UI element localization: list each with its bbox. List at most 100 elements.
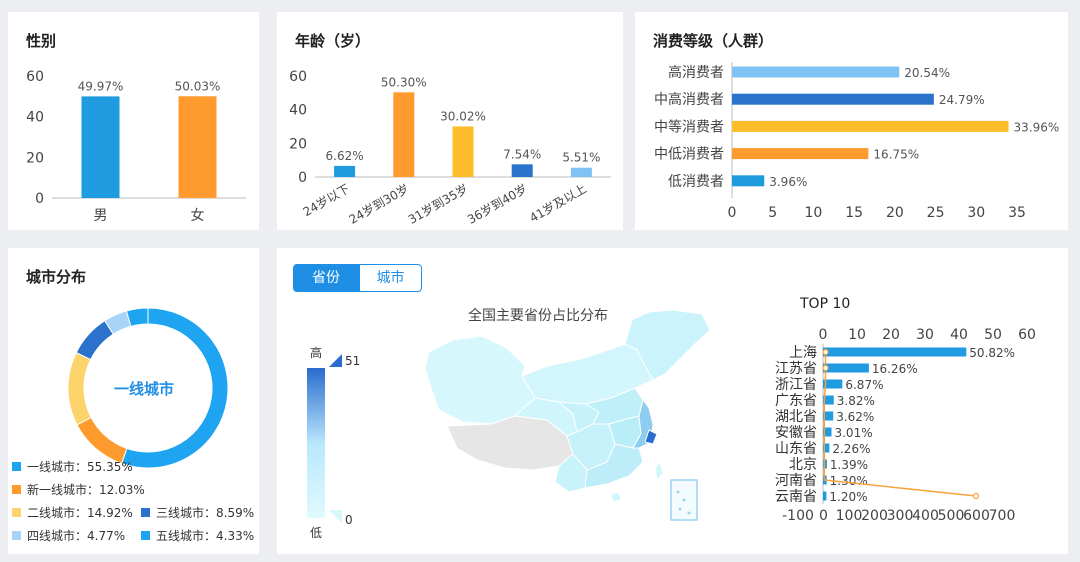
legend-item[interactable]: 四线城市：4.77%: [12, 527, 125, 544]
legend-item[interactable]: 五线城市：4.33%: [141, 527, 254, 544]
x-bottom-tick-label: 300: [887, 508, 914, 524]
y-tick-label: 北京: [789, 457, 817, 473]
x-tick-label: 女: [191, 207, 205, 224]
bar: [732, 120, 1009, 132]
x-bottom-tick-label: 200: [861, 508, 888, 524]
y-tick-label: 高消费者: [668, 64, 724, 81]
legend-swatch: [141, 531, 150, 540]
x-top-tick-label: 40: [950, 327, 968, 343]
y-tick-label: 60: [26, 69, 44, 85]
bar: [823, 347, 967, 357]
x-tick-label: 5: [768, 205, 777, 221]
data-label: 33.96%: [1014, 120, 1060, 134]
data-label: 1.20%: [829, 490, 867, 504]
y-tick-label: 0: [298, 170, 307, 186]
data-label: 3.82%: [837, 394, 875, 408]
x-bottom-tick-label: 600: [963, 508, 990, 524]
line-point: [972, 492, 980, 500]
legend-swatch: [12, 462, 21, 471]
x-tick-label: 20: [886, 205, 904, 221]
data-label: 16.75%: [873, 148, 919, 162]
legend-label: 四线城市：4.77%: [27, 529, 126, 543]
legend-label: 五线城市：4.33%: [156, 529, 255, 543]
data-label: 7.54%: [503, 147, 541, 161]
age-card: 年龄（岁） 0 20 40 60 6.62% 24岁以下 50.30% 24岁到30岁 30.0…: [277, 12, 623, 230]
city-card: 城市分布 一线城市 一线城市：55.35% 新一线城市：12.03% 二线城市：14…: [8, 248, 259, 554]
top10-bar-line-chart: 0 10 20 30 40 50 60 -100 0 100200300400500600700 上…: [775, 327, 1036, 524]
legend-item[interactable]: 新一线城市：12.03%: [12, 481, 145, 498]
y-tick-label: 40: [26, 110, 44, 126]
bar: [452, 126, 474, 177]
legend-item[interactable]: 一线城市：55.35%: [12, 458, 133, 475]
x-bottom-tick-label: 100: [836, 508, 863, 524]
x-top-tick-label: 10: [848, 327, 866, 343]
line-point: [822, 348, 829, 356]
legend-label: 二线城市：14.92%: [27, 506, 133, 520]
legend-item[interactable]: 二线城市：14.92%: [12, 504, 133, 521]
region-card: 省份 城市 全国主要省份占比分布 高 51 0 低 TOP 10 0 10 20…: [277, 248, 1068, 554]
y-tick-label: 中高消费者: [654, 91, 724, 108]
bar: [334, 165, 356, 177]
x-tick-label: 30: [967, 205, 985, 221]
legend-swatch: [12, 531, 21, 540]
bar: [823, 363, 869, 373]
bar: [570, 167, 592, 177]
data-label: 50.82%: [969, 346, 1015, 360]
x-tick-label: 0: [728, 205, 737, 221]
y-tick-label: 江苏省: [775, 361, 817, 377]
data-label: 20.54%: [904, 66, 950, 80]
donut-center-label: 一线城市: [114, 380, 174, 398]
data-label: 6.87%: [845, 378, 883, 392]
x-bottom-tick-label: -100: [782, 508, 814, 524]
gender-bar-chart: 0 20 40 60 49.97% 男 50.03% 女: [26, 69, 246, 224]
y-tick-label: 低消费者: [668, 174, 724, 190]
y-tick-label: 0: [35, 191, 44, 207]
x-top-tick-label: 30: [916, 327, 934, 343]
x-bottom-tick-label: 0: [819, 508, 828, 524]
pie-slice: [75, 320, 115, 361]
pie-slice: [67, 351, 92, 426]
x-bottom-tick-label: 500: [938, 508, 965, 524]
x-top-tick-label: 50: [984, 327, 1002, 343]
x-bottom-tick-label: 400: [912, 508, 939, 524]
data-label: 50.30%: [381, 75, 427, 89]
data-label: 2.26%: [832, 442, 870, 456]
x-tick-label: 36岁到40岁: [465, 181, 530, 227]
consume-card: 消费等级（人群） 0 5 10 15 20 25 30 35 高消费者 20.54% 中高消费者 24…: [635, 12, 1068, 230]
bar: [732, 93, 934, 105]
bar: [823, 491, 827, 501]
y-tick-label: 上海: [789, 345, 817, 361]
x-tick-label: 24岁以下: [300, 181, 352, 220]
y-tick-label: 云南省: [775, 489, 817, 505]
data-label: 1.39%: [830, 458, 868, 472]
bar: [732, 148, 869, 160]
y-tick-label: 广东省: [775, 393, 817, 409]
bar: [511, 164, 533, 177]
legend-label: 新一线城市：12.03%: [27, 483, 145, 497]
x-tick-label: 25: [927, 205, 945, 221]
y-tick-label: 40: [289, 103, 307, 119]
data-label: 50.03%: [175, 79, 221, 93]
y-tick-label: 山东省: [775, 441, 817, 457]
x-top-tick-label: 0: [819, 327, 828, 343]
age-bar-chart: 0 20 40 60 6.62% 24岁以下 50.30% 24岁到30岁 30.02% 31岁到…: [289, 69, 611, 227]
y-tick-label: 中等消费者: [654, 118, 724, 135]
bar: [732, 175, 765, 187]
pie-slice: [76, 416, 128, 465]
x-bottom-tick-label: 700: [989, 508, 1016, 524]
legend-item[interactable]: 三线城市：8.59%: [141, 504, 254, 521]
consume-bar-chart: 0 5 10 15 20 25 30 35 高消费者 20.54% 中高消费者 24.79% 中等消费者…: [654, 62, 1060, 221]
legend-swatch: [141, 508, 150, 517]
x-tick-label: 31岁到35岁: [405, 181, 470, 227]
x-top-tick-label: 60: [1018, 327, 1036, 343]
data-label: 49.97%: [78, 79, 124, 93]
data-label: 30.02%: [440, 109, 486, 123]
bar: [178, 96, 217, 198]
gender-card: 性别 0 20 40 60 49.97% 男 50.03% 女: [8, 12, 259, 230]
x-tick-label: 35: [1008, 205, 1026, 221]
bar: [732, 66, 900, 78]
data-label: 6.62%: [326, 149, 364, 163]
y-tick-label: 20: [289, 136, 307, 152]
y-tick-label: 60: [289, 69, 307, 85]
line-point: [822, 364, 829, 372]
